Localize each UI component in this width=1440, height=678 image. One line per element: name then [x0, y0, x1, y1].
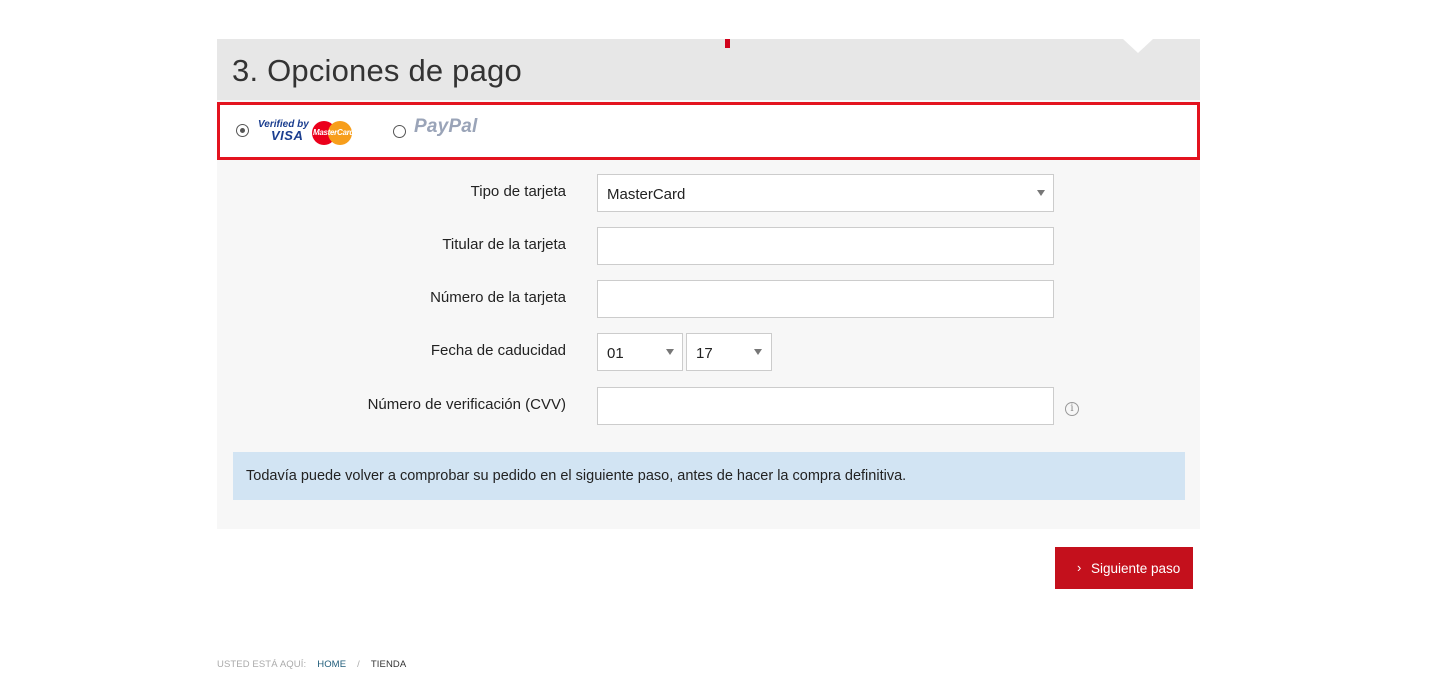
progress-marker	[725, 39, 730, 48]
notice-text: Todavía puede volver a comprobar su pedi…	[246, 468, 907, 484]
card-type-label: Tipo de tarjeta	[470, 183, 566, 200]
card-type-value: MasterCard	[607, 186, 686, 203]
card-number-input[interactable]	[597, 280, 1054, 318]
section-header: 3. Opciones de pago	[217, 39, 1200, 100]
form-row-expiry: Fecha de caducidad 01 17	[217, 333, 1200, 371]
expiry-year-select[interactable]: 17	[686, 333, 772, 371]
payment-options-panel: 3. Opciones de pago Verified by VISA Mas…	[217, 39, 1200, 529]
payment-method-selector: Verified by VISA MasterCard PayPal	[217, 102, 1200, 160]
form-row-holder: Titular de la tarjeta	[217, 227, 1200, 265]
breadcrumb: USTED ESTÁ AQUÍ: HOME / TIENDA	[217, 659, 406, 670]
form-row-cvv: Número de verificación (CVV) i	[217, 387, 1200, 425]
card-type-select[interactable]: MasterCard	[597, 174, 1054, 212]
breadcrumb-item-tienda: TIENDA	[370, 659, 407, 670]
paypal-logo[interactable]: PayPal	[414, 116, 478, 138]
chevron-right-icon: ›	[1077, 560, 1082, 575]
section-title: 3. Opciones de pago	[232, 53, 522, 88]
form-row-card-type: Tipo de tarjeta MasterCard	[217, 174, 1200, 212]
info-icon[interactable]: i	[1065, 402, 1079, 416]
mastercard-logo: MasterCard	[312, 121, 355, 145]
mastercard-text: MasterCard	[313, 128, 355, 137]
form-row-card-number: Número de la tarjeta	[217, 280, 1200, 318]
holder-label: Titular de la tarjeta	[442, 236, 566, 253]
chevron-down-icon	[666, 349, 674, 355]
holder-input[interactable]	[597, 227, 1054, 265]
next-step-label: Siguiente paso	[1091, 561, 1181, 576]
expiry-month-value: 01	[607, 345, 624, 362]
radio-paypal[interactable]	[393, 125, 406, 138]
expiry-month-select[interactable]: 01	[597, 333, 683, 371]
breadcrumb-intro: USTED ESTÁ AQUÍ:	[217, 659, 307, 670]
breadcrumb-separator: /	[357, 659, 360, 670]
expiry-label: Fecha de caducidad	[430, 342, 566, 359]
expiry-year-value: 17	[696, 345, 713, 362]
verified-by-visa-mastercard-logo[interactable]: Verified by VISA MasterCard	[258, 119, 358, 147]
next-step-button[interactable]: › Siguiente paso	[1055, 547, 1193, 589]
chevron-down-icon	[754, 349, 762, 355]
header-notch	[1123, 39, 1153, 53]
breadcrumb-item-home[interactable]: HOME	[317, 659, 346, 670]
cvv-label: Número de verificación (CVV)	[367, 396, 566, 413]
card-number-label: Número de la tarjeta	[430, 289, 566, 306]
chevron-down-icon	[1037, 190, 1045, 196]
radio-card-payment[interactable]	[236, 124, 249, 137]
cvv-input[interactable]	[597, 387, 1054, 425]
info-notice: Todavía puede volver a comprobar su pedi…	[233, 452, 1185, 500]
visa-word: VISA	[271, 128, 304, 143]
